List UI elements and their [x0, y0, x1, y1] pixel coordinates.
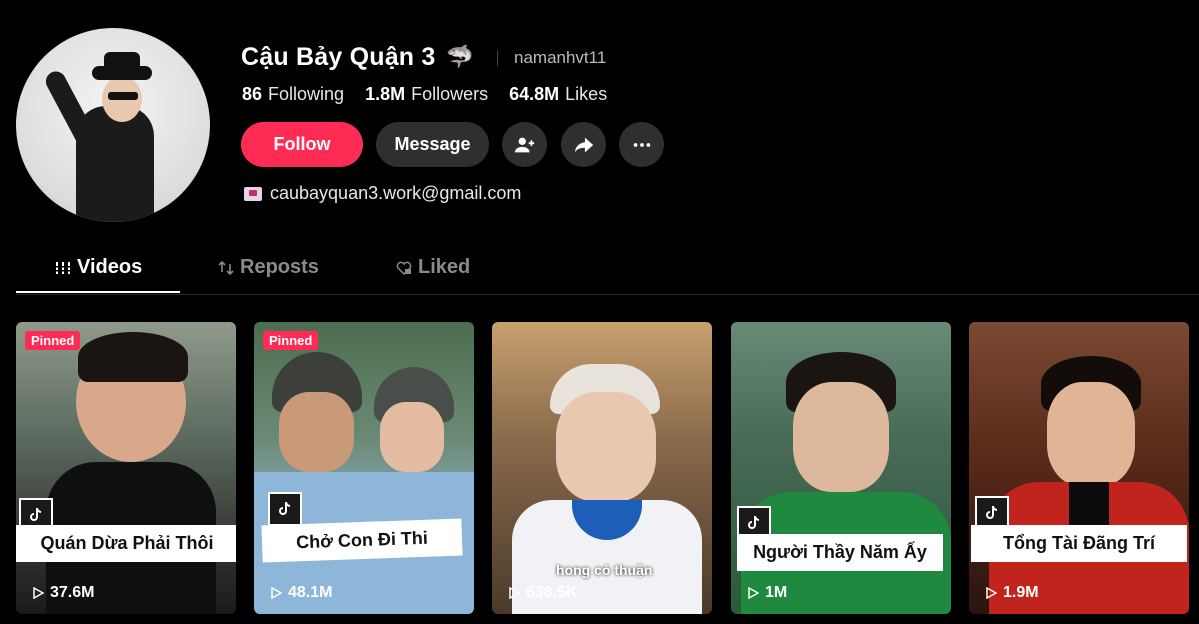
pinned-badge: Pinned: [263, 331, 319, 350]
name-divider: [497, 50, 498, 66]
follow-button[interactable]: Follow: [241, 122, 363, 167]
view-count: 37.6M: [32, 584, 94, 602]
video-caption: Người Thầy Năm Ấy: [737, 534, 943, 571]
share-button[interactable]: [561, 122, 606, 167]
view-count-text: 1M: [765, 584, 788, 601]
video-caption: Quán Dừa Phải Thôi: [16, 525, 236, 562]
profile-stats: 86 Following 1.8M Followers 64.8M Likes: [242, 84, 607, 105]
message-button[interactable]: Message: [376, 122, 489, 167]
video-card[interactable]: Pinned Quán Dừa Phải Thôi 37.6M: [16, 322, 236, 614]
shark-emoji-icon: 🦈: [446, 44, 474, 69]
tab-liked[interactable]: Liked: [396, 256, 470, 279]
followers-label: Followers: [411, 84, 489, 104]
following-stat[interactable]: 86 Following: [242, 84, 344, 105]
bio-email: caubayquan3.work@gmail.com: [244, 183, 521, 204]
followers-count: 1.8M: [365, 84, 406, 104]
tab-videos-label: Videos: [77, 256, 143, 278]
grid-icon: [55, 261, 71, 274]
add-user-icon: [514, 137, 534, 152]
view-count-text: 638.5K: [526, 584, 578, 601]
tab-videos[interactable]: Videos: [55, 256, 142, 279]
pinned-badge: Pinned: [25, 331, 81, 350]
play-icon: [986, 587, 997, 599]
view-count-text: 37.6M: [50, 584, 95, 601]
followers-stat[interactable]: 1.8M Followers: [365, 84, 488, 105]
envelope-icon: [244, 186, 262, 201]
video-card[interactable]: Pinned Chở Con Đi Thi 48.1M: [254, 322, 474, 614]
more-dots-icon: [633, 142, 650, 147]
video-card[interactable]: hong có thuận 638.5K: [492, 322, 712, 614]
share-arrow-icon: [574, 137, 593, 152]
repost-icon: [218, 260, 234, 275]
view-count-text: 1.9M: [1003, 584, 1039, 601]
video-subtitle: hong có thuận: [556, 562, 653, 578]
tab-reposts-label: Reposts: [240, 256, 319, 278]
add-friend-button[interactable]: [502, 122, 547, 167]
view-count: 1.9M: [985, 584, 1039, 602]
likes-count: 64.8M: [509, 84, 560, 104]
play-icon: [509, 587, 520, 599]
tab-reposts[interactable]: Reposts: [218, 256, 319, 279]
likes-stat: 64.8M Likes: [509, 84, 607, 105]
profile-tabs: Videos Reposts Liked: [16, 246, 1199, 295]
following-label: Following: [268, 84, 345, 104]
following-count: 86: [242, 84, 263, 104]
heart-lock-icon: [396, 261, 412, 275]
video-card[interactable]: Người Thầy Năm Ấy 1M: [731, 322, 951, 614]
video-caption: Tổng Tài Đãng Trí: [971, 525, 1187, 562]
view-count: 638.5K: [508, 584, 578, 602]
play-icon: [748, 587, 759, 599]
more-options-button[interactable]: [619, 122, 664, 167]
tiktok-logo-icon: [268, 492, 302, 526]
play-icon: [33, 587, 44, 599]
username: namanhvt11: [514, 48, 607, 67]
view-count: 48.1M: [270, 584, 332, 602]
play-icon: [271, 587, 282, 599]
email-text: caubayquan3.work@gmail.com: [270, 183, 522, 203]
view-count: 1M: [747, 584, 787, 602]
tab-liked-label: Liked: [418, 256, 471, 278]
active-tab-indicator: [16, 291, 180, 293]
display-name: Cậu Bảy Quận 3: [241, 43, 436, 71]
likes-label: Likes: [565, 84, 608, 104]
video-caption: Chở Con Đi Thi: [261, 518, 463, 563]
view-count-text: 48.1M: [288, 584, 333, 601]
profile-avatar[interactable]: [16, 28, 210, 222]
video-card[interactable]: Tổng Tài Đãng Trí 1.9M: [969, 322, 1189, 614]
